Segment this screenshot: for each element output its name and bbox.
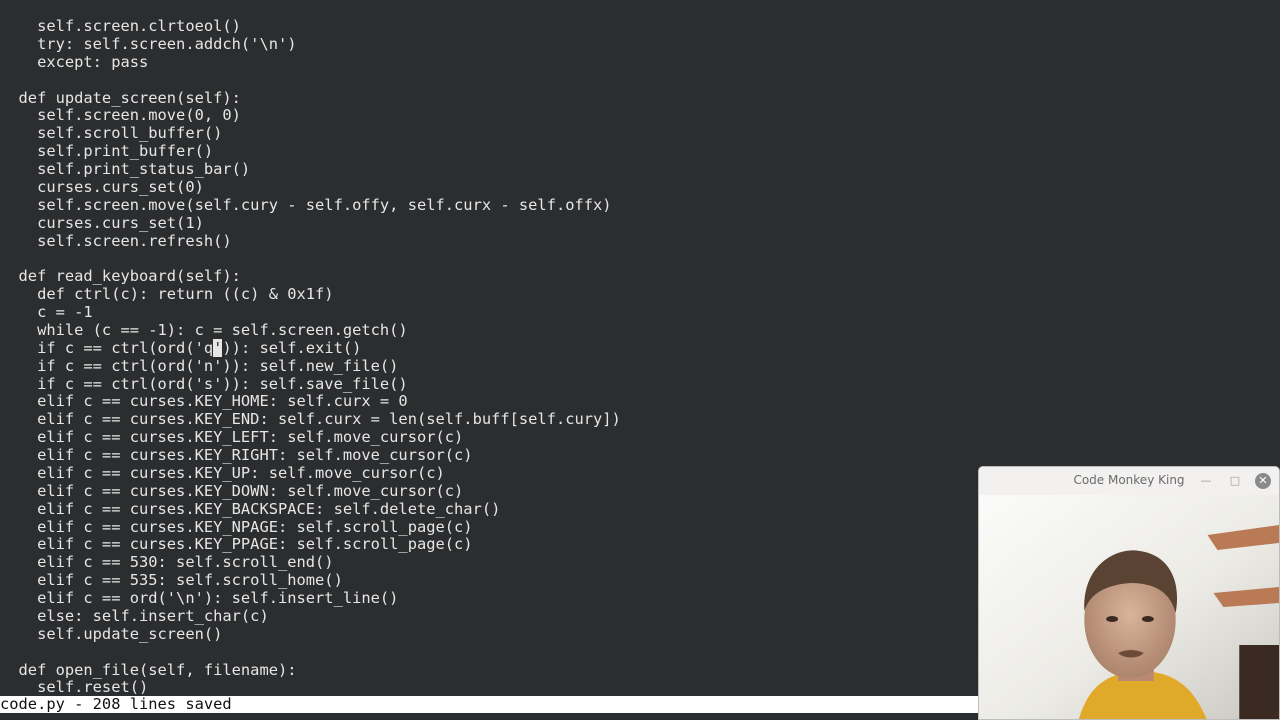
person-left-eye — [1106, 616, 1119, 622]
code-line[interactable]: self.scroll_buffer() — [0, 124, 621, 143]
code-line[interactable]: except: pass — [0, 53, 621, 72]
code-line[interactable]: elif c == curses.KEY_BACKSPACE: self.del… — [0, 500, 621, 519]
close-icon[interactable]: ✕ — [1255, 473, 1271, 489]
code-line[interactable]: self.update_screen() — [0, 625, 621, 644]
code-editor[interactable]: self.screen.clrtoeol() try: self.screen.… — [0, 17, 621, 697]
webcam-video-feed — [979, 495, 1279, 719]
code-line[interactable]: self.print_status_bar() — [0, 160, 621, 179]
webcam-window[interactable]: Code Monkey King — □ ✕ — [978, 466, 1280, 720]
code-line[interactable]: elif c == ord('\n'): self.insert_line() — [0, 589, 621, 608]
code-line[interactable]: curses.curs_set(1) — [0, 214, 621, 233]
code-line[interactable]: self.print_buffer() — [0, 142, 621, 161]
minimize-icon[interactable]: — — [1197, 472, 1215, 490]
code-line[interactable]: elif c == curses.KEY_HOME: self.curx = 0 — [0, 392, 621, 411]
person-right-eye — [1141, 616, 1154, 622]
code-line[interactable]: curses.curs_set(0) — [0, 178, 621, 197]
code-line[interactable]: while (c == -1): c = self.screen.getch() — [0, 321, 621, 340]
code-line[interactable]: def ctrl(c): return ((c) & 0x1f) — [0, 285, 621, 304]
code-line[interactable]: elif c == curses.KEY_DOWN: self.move_cur… — [0, 482, 621, 501]
code-line[interactable]: if c == ctrl(ord('n')): self.new_file() — [0, 357, 621, 376]
code-line[interactable]: self.screen.move(self.cury - self.offy, … — [0, 196, 621, 215]
code-line[interactable]: elif c == curses.KEY_END: self.curx = le… — [0, 410, 621, 429]
terminal-window[interactable]: self.screen.clrtoeol() try: self.screen.… — [0, 0, 1280, 720]
code-line[interactable]: elif c == curses.KEY_PPAGE: self.scroll_… — [0, 535, 621, 554]
code-line[interactable] — [0, 72, 621, 90]
code-line[interactable] — [0, 644, 621, 662]
code-line[interactable]: elif c == curses.KEY_UP: self.move_curso… — [0, 464, 621, 483]
code-line[interactable]: def open_file(self, filename): — [0, 661, 621, 680]
background-object — [1239, 645, 1279, 719]
webcam-titlebar[interactable]: Code Monkey King — □ ✕ — [979, 467, 1279, 495]
code-line[interactable]: elif c == curses.KEY_RIGHT: self.move_cu… — [0, 446, 621, 465]
code-line[interactable]: self.screen.refresh() — [0, 232, 621, 251]
text-cursor: ' — [213, 338, 223, 357]
code-line[interactable]: def update_screen(self): — [0, 89, 621, 108]
code-line[interactable]: else: self.insert_char(c) — [0, 607, 621, 626]
code-line[interactable]: self.screen.clrtoeol() — [0, 17, 621, 36]
code-line[interactable]: def read_keyboard(self): — [0, 267, 621, 286]
code-line[interactable]: elif c == 535: self.scroll_home() — [0, 571, 621, 590]
code-line[interactable]: self.screen.move(0, 0) — [0, 106, 621, 125]
code-line[interactable]: if c == ctrl(ord('s')): self.save_file() — [0, 375, 621, 394]
code-line[interactable] — [0, 250, 621, 268]
maximize-icon[interactable]: □ — [1226, 472, 1244, 490]
code-line[interactable]: c = -1 — [0, 303, 621, 322]
code-line[interactable]: elif c == curses.KEY_LEFT: self.move_cur… — [0, 428, 621, 447]
code-line[interactable]: if c == ctrl(ord('q')): self.exit() — [0, 338, 621, 358]
code-line[interactable]: elif c == 530: self.scroll_end() — [0, 553, 621, 572]
code-line[interactable]: elif c == curses.KEY_NPAGE: self.scroll_… — [0, 518, 621, 537]
code-line[interactable]: try: self.screen.addch('\n') — [0, 35, 621, 54]
